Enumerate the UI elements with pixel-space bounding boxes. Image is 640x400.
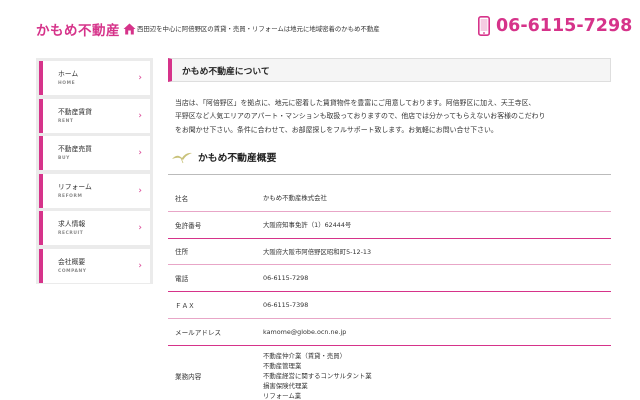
chevron-right-icon: › bbox=[138, 223, 142, 233]
header-phone[interactable]: 06-6115-7298 bbox=[478, 16, 632, 36]
chevron-right-icon: › bbox=[138, 73, 142, 83]
section-title-text: かもめ不動産について bbox=[182, 66, 270, 77]
sidebar-item-sublabel: RECRUIT bbox=[58, 231, 84, 236]
overview-heading: かもめ不動産概要 bbox=[171, 150, 276, 164]
sidebar-item-buy[interactable]: 不動産売買 BUY › bbox=[39, 136, 150, 170]
row-value: 不動産仲介業（賃貸・売買） 不動産管理業 不動産経営に関するコンサルタント業 損… bbox=[263, 351, 611, 400]
sidebar-item-label: 求人情報 bbox=[58, 220, 86, 228]
sidebar-item-label: 不動産売買 bbox=[58, 145, 92, 153]
sidebar-item-sublabel: HOME bbox=[58, 81, 76, 86]
table-row: ＦＡＸ 06-6115-7398 bbox=[168, 292, 611, 319]
row-label: メールアドレス bbox=[175, 328, 222, 337]
business-line: 損害保険代理業 bbox=[263, 381, 308, 390]
house-icon bbox=[123, 23, 136, 35]
row-value: かもめ不動産株式会社 bbox=[263, 194, 327, 203]
site-tagline: 西田辺を中心に阿倍野区の賃貸・売買・リフォームは地元に地域密着のかもめ不動産 bbox=[137, 25, 380, 33]
sidebar-item-company[interactable]: 会社概要 COMPANY › bbox=[39, 248, 150, 283]
sidebar-item-sublabel: RENT bbox=[58, 118, 74, 124]
table-row: 社名 かもめ不動産株式会社 bbox=[168, 185, 611, 212]
chevron-right-icon: › bbox=[138, 260, 142, 271]
chevron-right-icon: › bbox=[138, 185, 142, 196]
row-label: 社名 bbox=[175, 194, 189, 203]
chevron-right-icon: › bbox=[138, 110, 142, 121]
row-label: 住所 bbox=[175, 248, 189, 257]
row-value[interactable]: kamome@globe.ocn.ne.jp bbox=[263, 328, 611, 336]
sidebar-item-label: リフォーム bbox=[58, 182, 92, 191]
bird-icon bbox=[172, 152, 192, 164]
business-line: リフォーム業 bbox=[263, 391, 302, 400]
overview-title: かもめ不動産概要 bbox=[198, 153, 277, 164]
sidebar-item-recruit[interactable]: 求人情報 RECRUIT › bbox=[39, 211, 150, 245]
row-value: 大阪府知事免許（1）62444号 bbox=[263, 221, 352, 230]
row-label: 電話 bbox=[175, 275, 189, 284]
row-value: 大阪府大阪市阿倍野区昭和町5-12-13 bbox=[263, 247, 372, 256]
intro-text: 当店は、「阿倍野区」を拠点に、地元に密着した賃貸物件を豊富にご用意しております。… bbox=[175, 97, 609, 137]
table-row: 免許番号 大阪府知事免許（1）62444号 bbox=[168, 212, 611, 239]
overview-divider bbox=[168, 174, 611, 175]
row-value: 06-6115-7398 bbox=[263, 301, 309, 310]
business-line: 不動産仲介業（賃貸・売買） bbox=[263, 351, 347, 360]
section-title: かもめ不動産について bbox=[168, 58, 611, 82]
table-row: 電話 06-6115-7298 bbox=[168, 265, 611, 293]
sidebar-item-rent[interactable]: 不動産賃貸 RENT › bbox=[39, 98, 150, 133]
row-label: ＦＡＸ bbox=[175, 302, 195, 311]
chevron-right-icon: › bbox=[138, 148, 142, 158]
business-line: 不動産経営に関するコンサルタント業 bbox=[263, 371, 372, 380]
sidebar-nav: ホーム HOME › 不動産賃貸 RENT › 不動産売買 BUY › リフォー… bbox=[36, 58, 153, 284]
sidebar-item-sublabel: COMPANY bbox=[58, 268, 87, 274]
sidebar-item-reform[interactable]: リフォーム REFORM › bbox=[39, 173, 150, 208]
site-logo[interactable]: かもめ不動産 bbox=[36, 19, 136, 39]
row-label: 免許番号 bbox=[175, 221, 202, 230]
intro-line: 平野区など人気エリアのアパート・マンションも取扱っておりますので、他店では分かっ… bbox=[175, 112, 546, 121]
business-line: 不動産管理業 bbox=[263, 361, 302, 370]
logo-text: かもめ不動産 bbox=[36, 23, 120, 39]
table-row: 業務内容 不動産仲介業（賃貸・売買） 不動産管理業 不動産経営に関するコンサルタ… bbox=[168, 346, 611, 400]
smartphone-icon bbox=[478, 16, 490, 36]
site-header: かもめ不動産 西田辺を中心に阿倍野区の賃貸・売買・リフォームは地元に地域密着のか… bbox=[0, 0, 640, 50]
sidebar-item-sublabel: BUY bbox=[58, 156, 70, 161]
sidebar-item-home[interactable]: ホーム HOME › bbox=[39, 61, 150, 95]
row-value: 06-6115-7298 bbox=[263, 274, 309, 283]
table-row: メールアドレス kamome@globe.ocn.ne.jp bbox=[168, 319, 611, 346]
company-info-table: 社名 かもめ不動産株式会社 免許番号 大阪府知事免許（1）62444号 住所 大… bbox=[168, 185, 611, 400]
sidebar-item-label: ホーム bbox=[58, 70, 79, 78]
sidebar-item-label: 会社概要 bbox=[58, 257, 86, 266]
intro-line: をお聞かせ下さい。条件に合わせて、お部屋探しをフルサポート致します。お気軽にお問… bbox=[175, 125, 498, 134]
phone-number: 06-6115-7298 bbox=[496, 16, 633, 36]
sidebar-item-sublabel: REFORM bbox=[58, 193, 83, 199]
intro-line: 当店は、「阿倍野区」を拠点に、地元に密着した賃貸物件を豊富にご用意しております。… bbox=[175, 99, 536, 107]
row-label: 業務内容 bbox=[175, 372, 202, 381]
table-row: 住所 大阪府大阪市阿倍野区昭和町5-12-13 bbox=[168, 239, 611, 266]
sidebar-item-label: 不動産賃貸 bbox=[58, 107, 92, 116]
